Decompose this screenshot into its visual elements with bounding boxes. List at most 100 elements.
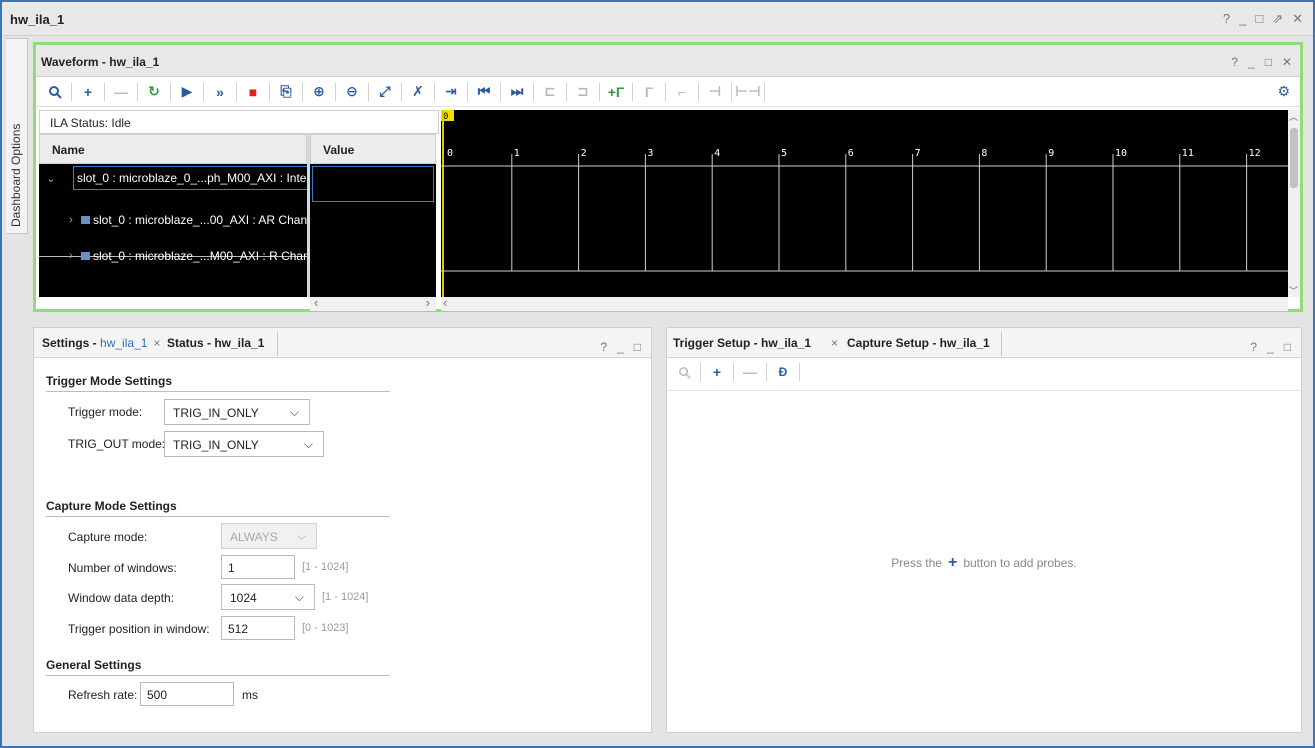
trigger-position-input[interactable]: 512 xyxy=(221,616,295,640)
window-depth-select[interactable]: 1024 ⌵ xyxy=(221,584,315,610)
help-button[interactable]: ? xyxy=(1223,11,1230,27)
gear-icon[interactable]: ⚙ xyxy=(1277,83,1290,100)
window-depth-label: Window data depth: xyxy=(68,591,175,605)
num-windows-label: Number of windows: xyxy=(68,561,177,575)
ila-status: ILA Status: Idle xyxy=(39,110,439,134)
export-icon[interactable]: ⎘ xyxy=(275,81,297,103)
delete-marker-icon[interactable]: ⊣ xyxy=(704,81,726,103)
go-to-cursor-icon[interactable]: ⇥ xyxy=(440,81,462,103)
time-tick-label: 9 xyxy=(1048,148,1054,159)
close-button[interactable]: ✕ xyxy=(1292,11,1303,27)
add-icon[interactable]: + xyxy=(77,81,99,103)
settings-maximize-button[interactable]: □ xyxy=(634,340,641,354)
trigger-help-button[interactable]: ? xyxy=(1250,340,1257,354)
time-tick-label: 2 xyxy=(581,148,587,159)
tab-status[interactable]: Status - hw_ila_1 xyxy=(167,336,264,350)
waveform-minimize-button[interactable]: _ xyxy=(1248,55,1255,69)
trigger-maximize-button[interactable]: □ xyxy=(1284,340,1291,354)
close-icon[interactable]: × xyxy=(831,336,838,350)
search-icon[interactable] xyxy=(44,81,66,103)
float-button[interactable]: ⇗ xyxy=(1272,11,1283,27)
add-marker-icon[interactable]: +Γ xyxy=(605,81,627,103)
waveform-close-button[interactable]: ✕ xyxy=(1282,55,1292,69)
waveform-help-button[interactable]: ? xyxy=(1231,55,1238,69)
main-window: hw_ila_1 ? _ □ ⇗ ✕ Dashboard Options Wav… xyxy=(0,0,1315,748)
settings-help-button[interactable]: ? xyxy=(600,340,607,354)
trig-out-mode-select[interactable]: TRIG_IN_ONLY ⌵ xyxy=(164,431,324,457)
go-to-end-icon[interactable]: ⏭ xyxy=(506,81,528,103)
window-depth-range: [1 - 1024] xyxy=(322,591,369,603)
chevron-right-icon[interactable]: › xyxy=(65,250,77,262)
refresh-rate-input[interactable]: 500 xyxy=(140,682,234,706)
name-column-header[interactable]: Name xyxy=(39,134,307,164)
previous-marker-icon[interactable]: Γ xyxy=(638,81,660,103)
tab-capture-setup-label: Capture Setup - hw_ila_1 xyxy=(847,336,990,350)
probe-row[interactable]: › slot_0 : microblaze_...M00_AXI : R Cha… xyxy=(65,244,307,268)
run-continuous-icon[interactable]: » xyxy=(209,81,231,103)
chevron-down-icon: ⌵ xyxy=(294,590,304,604)
trigger-mode-select[interactable]: TRIG_IN_ONLY ⌵ xyxy=(164,399,310,425)
num-windows-input[interactable]: 1 xyxy=(221,555,295,579)
chevron-right-icon[interactable]: › xyxy=(65,214,77,226)
tab-trigger-setup[interactable]: Trigger Setup - hw_ila_1 × xyxy=(673,336,838,350)
probe-row[interactable]: › slot_0 : microblaze_...00_AXI : AR Cha… xyxy=(65,208,307,232)
remove-icon[interactable]: — xyxy=(110,81,132,103)
scroll-thumb[interactable] xyxy=(1290,128,1298,188)
tab-trigger-setup-label: Trigger Setup - hw_ila_1 xyxy=(673,336,812,350)
zoom-fit-icon[interactable]: ⤢ xyxy=(374,81,396,103)
swap-cursors-icon[interactable]: ⊢⊣ xyxy=(735,81,761,103)
value-column xyxy=(310,164,436,297)
search-icon[interactable] xyxy=(673,361,695,383)
scroll-up-icon[interactable]: ︿ xyxy=(1289,110,1298,123)
boolean-gate-icon[interactable]: Ð xyxy=(772,361,794,383)
value-column-header[interactable]: Value xyxy=(310,134,436,164)
time-tick-label: 6 xyxy=(848,148,854,159)
previous-transition-icon[interactable]: ⊏ xyxy=(539,81,561,103)
trigger-controls: ? _ □ xyxy=(1250,340,1291,354)
waveform-title: Waveform - hw_ila_1 xyxy=(41,55,160,69)
next-transition-icon[interactable]: ⊐ xyxy=(572,81,594,103)
empty-hint: Press the + button to add probes. xyxy=(667,554,1301,572)
probe-label: slot_0 : microblaze_...M00_AXI : R Chann… xyxy=(93,249,307,263)
scroll-down-icon[interactable]: ﹀ xyxy=(1289,284,1298,297)
dashboard-options-tab[interactable]: Dashboard Options xyxy=(6,38,28,234)
waveform-vscroll[interactable]: ︿ ﹀ xyxy=(1288,110,1300,297)
maximize-button[interactable]: □ xyxy=(1255,11,1263,27)
run-trigger-immediate-icon[interactable]: ↻ xyxy=(143,81,165,103)
value-hscroll[interactable]: ‹ › xyxy=(310,296,436,311)
section-divider xyxy=(46,516,390,517)
trigger-mode-section-title: Trigger Mode Settings xyxy=(46,374,173,388)
channel-icon xyxy=(81,252,90,260)
add-icon[interactable]: + xyxy=(948,554,957,571)
capture-mode-select: ALWAYS ⌵ xyxy=(221,523,317,549)
remove-probe-icon[interactable]: — xyxy=(739,361,761,383)
waveform-canvas[interactable]: 0 0 1 2 3 4 5 6 7 8 9 10 11 12 xyxy=(441,110,1288,297)
run-trigger-icon[interactable]: ▶ xyxy=(176,81,198,103)
waveform-panel: Waveform - hw_ila_1 ? _ □ ✕ + — ↻ ▶ » ■ xyxy=(33,42,1303,312)
waveform-hscroll[interactable]: ‹ xyxy=(441,296,1288,311)
waveform-controls: ? _ □ ✕ xyxy=(1231,55,1292,69)
zoom-out-icon[interactable]: ⊖ xyxy=(341,81,363,103)
value-cell[interactable] xyxy=(312,166,434,202)
probe-row[interactable]: slot_0 : microblaze_0_...ph_M00_AXI : In… xyxy=(73,166,307,190)
expand-arrow[interactable]: ⌄ xyxy=(45,166,61,190)
num-windows-range: [1 - 1024] xyxy=(302,561,349,573)
stop-icon[interactable]: ■ xyxy=(242,81,264,103)
window-title: hw_ila_1 xyxy=(10,12,65,27)
tab-capture-setup[interactable]: Capture Setup - hw_ila_1 xyxy=(847,336,990,350)
tab-settings[interactable]: Settings - hw_ila_1 × xyxy=(42,336,160,350)
tab-divider xyxy=(277,332,278,356)
zoom-cursor-icon[interactable]: ✗ xyxy=(407,81,429,103)
trigger-minimize-button[interactable]: _ xyxy=(1267,340,1274,354)
time-tick-label: 8 xyxy=(981,148,987,159)
waveform-maximize-button[interactable]: □ xyxy=(1265,55,1272,69)
minimize-button[interactable]: _ xyxy=(1239,11,1246,27)
close-icon[interactable]: × xyxy=(153,336,160,350)
next-marker-icon[interactable]: ⌐ xyxy=(671,81,693,103)
zoom-in-icon[interactable]: ⊕ xyxy=(308,81,330,103)
tab-settings-target: hw_ila_1 xyxy=(100,336,148,350)
settings-minimize-button[interactable]: _ xyxy=(617,340,624,354)
probe-name-list: slot_0 : microblaze_0_...ph_M00_AXI : In… xyxy=(39,164,307,297)
add-probe-icon[interactable]: + xyxy=(706,361,728,383)
go-to-start-icon[interactable]: ⏮ xyxy=(473,81,495,103)
